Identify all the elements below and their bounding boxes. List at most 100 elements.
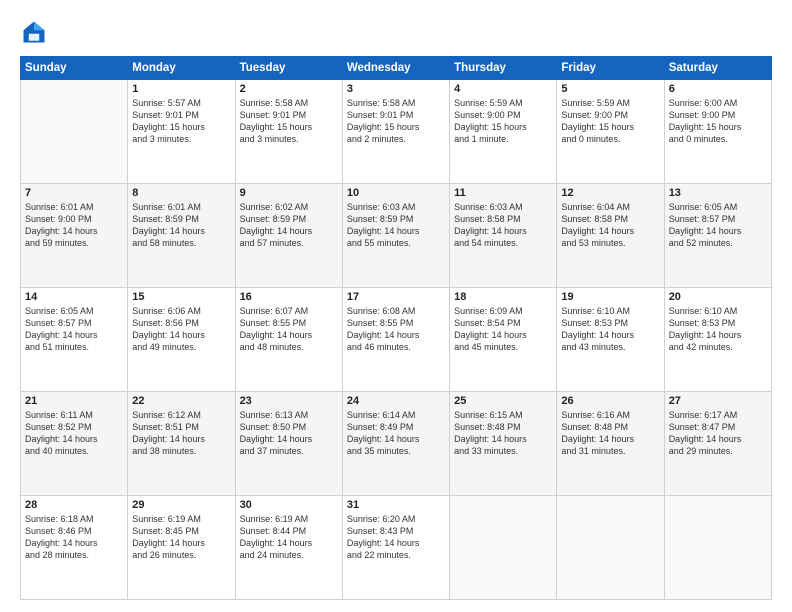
calendar-cell: 13Sunrise: 6:05 AM Sunset: 8:57 PM Dayli… bbox=[664, 184, 771, 288]
calendar-cell: 22 Sunrise: 6:12 AM Sunset: 8:51 PM Dayli… bbox=[128, 392, 235, 496]
day-info: Sunrise: 5:58 AM Sunset: 9:01 PM Dayligh… bbox=[347, 97, 445, 146]
day-info: Sunrise: 6:08 AM Sunset: 8:55 PM Dayligh… bbox=[347, 305, 445, 354]
day-number: 15 bbox=[132, 291, 230, 303]
calendar-cell: 20 Sunrise: 6:10 AM Sunset: 8:53 PM Dayli… bbox=[664, 288, 771, 392]
day-info: Sunrise: 6:11 AM Sunset: 8:52 PM Dayligh… bbox=[25, 409, 123, 458]
calendar-cell bbox=[21, 80, 128, 184]
day-info: Sunrise: 6:15 AM Sunset: 8:48 PM Dayligh… bbox=[454, 409, 552, 458]
day-info: Sunrise: 6:17 AM Sunset: 8:47 PM Dayligh… bbox=[669, 409, 767, 458]
calendar-header-friday: Friday bbox=[557, 57, 664, 80]
day-number: 2 bbox=[240, 83, 338, 95]
day-number: 5 bbox=[561, 83, 659, 95]
calendar-week-3: 14 Sunrise: 6:05 AM Sunset: 8:57 PM Dayli… bbox=[21, 288, 772, 392]
calendar-cell: 14 Sunrise: 6:05 AM Sunset: 8:57 PM Dayli… bbox=[21, 288, 128, 392]
day-number: 24 bbox=[347, 395, 445, 407]
logo bbox=[20, 18, 50, 46]
calendar-cell: 25 Sunrise: 6:15 AM Sunset: 8:48 PM Dayli… bbox=[450, 392, 557, 496]
day-info: Sunrise: 5:59 AM Sunset: 9:00 PM Dayligh… bbox=[561, 97, 659, 146]
day-number: 29 bbox=[132, 499, 230, 511]
day-info: Sunrise: 6:04 AM Sunset: 8:58 PM Dayligh… bbox=[561, 201, 659, 250]
calendar-week-5: 28 Sunrise: 6:18 AM Sunset: 8:46 PM Dayli… bbox=[21, 496, 772, 600]
day-number: 10 bbox=[347, 187, 445, 199]
calendar-header-row: SundayMondayTuesdayWednesdayThursdayFrid… bbox=[21, 57, 772, 80]
calendar-week-1: 1 Sunrise: 5:57 AM Sunset: 9:01 PM Daylig… bbox=[21, 80, 772, 184]
day-number: 31 bbox=[347, 499, 445, 511]
day-number: 9 bbox=[240, 187, 338, 199]
day-number: 1 bbox=[132, 83, 230, 95]
calendar-header-thursday: Thursday bbox=[450, 57, 557, 80]
calendar-cell: 2 Sunrise: 5:58 AM Sunset: 9:01 PM Daylig… bbox=[235, 80, 342, 184]
calendar-cell bbox=[450, 496, 557, 600]
calendar-cell: 21 Sunrise: 6:11 AM Sunset: 8:52 PM Dayli… bbox=[21, 392, 128, 496]
day-number: 20 bbox=[669, 291, 767, 303]
calendar-header-wednesday: Wednesday bbox=[342, 57, 449, 80]
day-info: Sunrise: 6:03 AM Sunset: 8:59 PM Dayligh… bbox=[347, 201, 445, 250]
header bbox=[20, 18, 772, 46]
day-info: Sunrise: 5:57 AM Sunset: 9:01 PM Dayligh… bbox=[132, 97, 230, 146]
day-info: Sunrise: 6:20 AM Sunset: 8:43 PM Dayligh… bbox=[347, 513, 445, 562]
day-number: 11 bbox=[454, 187, 552, 199]
calendar-cell: 19 Sunrise: 6:10 AM Sunset: 8:53 PM Dayli… bbox=[557, 288, 664, 392]
calendar-table: SundayMondayTuesdayWednesdayThursdayFrid… bbox=[20, 56, 772, 600]
day-info: Sunrise: 6:14 AM Sunset: 8:49 PM Dayligh… bbox=[347, 409, 445, 458]
day-info: Sunrise: 6:05 AM Sunset: 8:57 PM Dayligh… bbox=[669, 201, 767, 250]
day-number: 12 bbox=[561, 187, 659, 199]
calendar-cell: 15 Sunrise: 6:06 AM Sunset: 8:56 PM Dayli… bbox=[128, 288, 235, 392]
day-info: Sunrise: 6:07 AM Sunset: 8:55 PM Dayligh… bbox=[240, 305, 338, 354]
calendar-cell: 24 Sunrise: 6:14 AM Sunset: 8:49 PM Dayli… bbox=[342, 392, 449, 496]
calendar-cell: 1 Sunrise: 5:57 AM Sunset: 9:01 PM Daylig… bbox=[128, 80, 235, 184]
day-number: 8 bbox=[132, 187, 230, 199]
calendar-header-saturday: Saturday bbox=[664, 57, 771, 80]
day-info: Sunrise: 6:13 AM Sunset: 8:50 PM Dayligh… bbox=[240, 409, 338, 458]
day-info: Sunrise: 6:12 AM Sunset: 8:51 PM Dayligh… bbox=[132, 409, 230, 458]
calendar-cell: 3 Sunrise: 5:58 AM Sunset: 9:01 PM Daylig… bbox=[342, 80, 449, 184]
day-number: 21 bbox=[25, 395, 123, 407]
calendar-cell: 7Sunrise: 6:01 AM Sunset: 9:00 PM Daylig… bbox=[21, 184, 128, 288]
day-number: 6 bbox=[669, 83, 767, 95]
day-info: Sunrise: 6:02 AM Sunset: 8:59 PM Dayligh… bbox=[240, 201, 338, 250]
day-info: Sunrise: 6:19 AM Sunset: 8:44 PM Dayligh… bbox=[240, 513, 338, 562]
calendar-cell: 27Sunrise: 6:17 AM Sunset: 8:47 PM Dayli… bbox=[664, 392, 771, 496]
day-info: Sunrise: 6:10 AM Sunset: 8:53 PM Dayligh… bbox=[561, 305, 659, 354]
calendar-cell bbox=[557, 496, 664, 600]
day-number: 3 bbox=[347, 83, 445, 95]
calendar-cell: 29Sunrise: 6:19 AM Sunset: 8:45 PM Dayli… bbox=[128, 496, 235, 600]
day-info: Sunrise: 6:05 AM Sunset: 8:57 PM Dayligh… bbox=[25, 305, 123, 354]
day-number: 28 bbox=[25, 499, 123, 511]
calendar-header-sunday: Sunday bbox=[21, 57, 128, 80]
calendar-cell: 30 Sunrise: 6:19 AM Sunset: 8:44 PM Dayli… bbox=[235, 496, 342, 600]
day-number: 30 bbox=[240, 499, 338, 511]
day-info: Sunrise: 6:10 AM Sunset: 8:53 PM Dayligh… bbox=[669, 305, 767, 354]
calendar-cell: 11Sunrise: 6:03 AM Sunset: 8:58 PM Dayli… bbox=[450, 184, 557, 288]
calendar-cell bbox=[664, 496, 771, 600]
calendar-header-monday: Monday bbox=[128, 57, 235, 80]
day-number: 18 bbox=[454, 291, 552, 303]
day-info: Sunrise: 6:00 AM Sunset: 9:00 PM Dayligh… bbox=[669, 97, 767, 146]
logo-icon bbox=[20, 18, 48, 46]
calendar-cell: 6 Sunrise: 6:00 AM Sunset: 9:00 PM Daylig… bbox=[664, 80, 771, 184]
calendar-week-2: 7Sunrise: 6:01 AM Sunset: 9:00 PM Daylig… bbox=[21, 184, 772, 288]
day-info: Sunrise: 6:18 AM Sunset: 8:46 PM Dayligh… bbox=[25, 513, 123, 562]
calendar-cell: 31 Sunrise: 6:20 AM Sunset: 8:43 PM Dayli… bbox=[342, 496, 449, 600]
calendar-cell: 8Sunrise: 6:01 AM Sunset: 8:59 PM Daylig… bbox=[128, 184, 235, 288]
day-number: 19 bbox=[561, 291, 659, 303]
calendar-week-4: 21 Sunrise: 6:11 AM Sunset: 8:52 PM Dayli… bbox=[21, 392, 772, 496]
day-number: 17 bbox=[347, 291, 445, 303]
calendar-cell: 18 Sunrise: 6:09 AM Sunset: 8:54 PM Dayli… bbox=[450, 288, 557, 392]
day-info: Sunrise: 6:01 AM Sunset: 9:00 PM Dayligh… bbox=[25, 201, 123, 250]
day-number: 4 bbox=[454, 83, 552, 95]
calendar-cell: 9 Sunrise: 6:02 AM Sunset: 8:59 PM Daylig… bbox=[235, 184, 342, 288]
day-info: Sunrise: 5:58 AM Sunset: 9:01 PM Dayligh… bbox=[240, 97, 338, 146]
day-number: 22 bbox=[132, 395, 230, 407]
day-number: 23 bbox=[240, 395, 338, 407]
page: SundayMondayTuesdayWednesdayThursdayFrid… bbox=[0, 0, 792, 612]
day-number: 25 bbox=[454, 395, 552, 407]
calendar-cell: 28 Sunrise: 6:18 AM Sunset: 8:46 PM Dayli… bbox=[21, 496, 128, 600]
day-number: 14 bbox=[25, 291, 123, 303]
day-info: Sunrise: 6:06 AM Sunset: 8:56 PM Dayligh… bbox=[132, 305, 230, 354]
calendar-cell: 16Sunrise: 6:07 AM Sunset: 8:55 PM Dayli… bbox=[235, 288, 342, 392]
calendar-cell: 12 Sunrise: 6:04 AM Sunset: 8:58 PM Dayli… bbox=[557, 184, 664, 288]
day-info: Sunrise: 6:09 AM Sunset: 8:54 PM Dayligh… bbox=[454, 305, 552, 354]
day-info: Sunrise: 6:16 AM Sunset: 8:48 PM Dayligh… bbox=[561, 409, 659, 458]
calendar-header-tuesday: Tuesday bbox=[235, 57, 342, 80]
